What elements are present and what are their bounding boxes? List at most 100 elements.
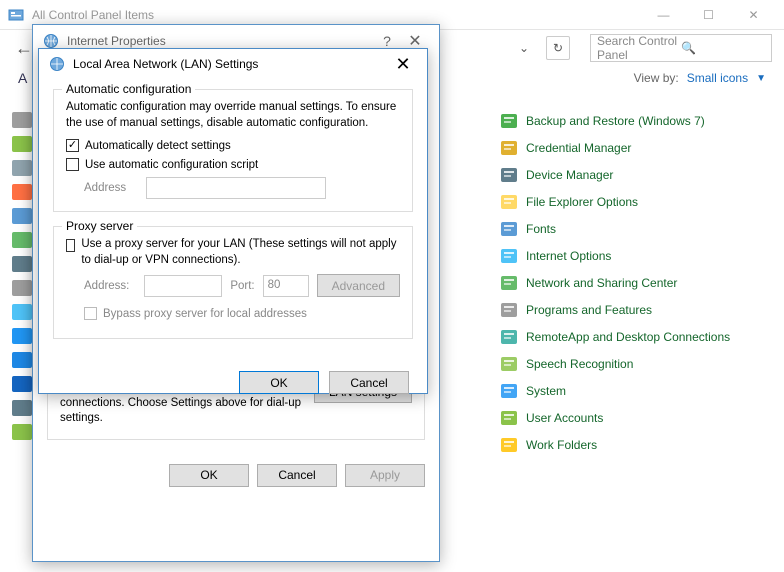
control-panel-item[interactable]: Programs and Features — [500, 301, 764, 319]
item-icon — [500, 328, 518, 346]
window-controls: — ☐ ✕ — [641, 1, 776, 29]
proxy-bypass-row[interactable]: Bypass proxy server for local addresses — [66, 307, 400, 320]
auto-config-group: Automatic configuration Automatic config… — [53, 89, 413, 212]
control-panel-item[interactable]: Work Folders — [500, 436, 764, 454]
proxy-use-row[interactable]: Use a proxy server for your LAN (These s… — [66, 237, 400, 268]
minimize-button[interactable]: — — [641, 1, 686, 29]
globe-icon — [49, 56, 65, 72]
item-icon — [500, 436, 518, 454]
control-panel-item[interactable]: Internet Options — [500, 247, 764, 265]
item-label: RemoteApp and Desktop Connections — [526, 330, 730, 344]
proxy-advanced-button[interactable]: Advanced — [317, 274, 400, 297]
lan-close-button[interactable]: ✕ — [389, 54, 417, 75]
ip-dialog-buttons: OK Cancel Apply — [33, 452, 439, 499]
proxy-use-checkbox[interactable] — [66, 239, 75, 252]
control-panel-item[interactable]: Backup and Restore (Windows 7) — [500, 112, 764, 130]
auto-script-row[interactable]: Use automatic configuration script — [66, 158, 400, 171]
item-icon — [500, 382, 518, 400]
auto-script-checkbox[interactable] — [66, 158, 79, 171]
ip-title-text: Internet Properties — [67, 34, 373, 48]
ip-cancel-button[interactable]: Cancel — [257, 464, 337, 487]
partial-item-icon — [12, 400, 32, 416]
partial-item-icon — [12, 328, 32, 344]
partial-item-icon — [12, 208, 32, 224]
item-label: Speech Recognition — [526, 357, 633, 371]
globe-icon — [43, 33, 59, 49]
partial-item-icon — [12, 232, 32, 248]
auto-config-desc: Automatic configuration may override man… — [66, 100, 400, 131]
control-panel-item[interactable]: Device Manager — [500, 166, 764, 184]
partial-item-icon — [12, 112, 32, 128]
item-label: User Accounts — [526, 411, 603, 425]
search-placeholder: Search Control Panel — [597, 34, 681, 62]
proxy-port-label: Port: — [230, 280, 254, 292]
proxy-address-input[interactable] — [144, 275, 222, 297]
lan-dialog-buttons: OK Cancel — [39, 363, 427, 408]
proxy-address-label: Address: — [84, 280, 136, 292]
search-box[interactable]: Search Control Panel 🔍 — [590, 34, 772, 62]
control-panel-icon — [8, 7, 24, 23]
lan-body: Automatic configuration Automatic config… — [39, 79, 427, 363]
partial-item-icon — [12, 424, 32, 440]
item-label: Internet Options — [526, 249, 611, 263]
proxy-group: Proxy server Use a proxy server for your… — [53, 226, 413, 339]
chevron-down-icon: ▼ — [756, 73, 766, 84]
auto-script-address-input[interactable] — [146, 177, 326, 199]
control-panel-item[interactable]: Network and Sharing Center — [500, 274, 764, 292]
ip-help-button[interactable]: ? — [373, 33, 401, 49]
auto-script-address-label: Address — [84, 182, 136, 194]
lan-title-text: Local Area Network (LAN) Settings — [73, 57, 389, 71]
item-label: Backup and Restore (Windows 7) — [526, 114, 705, 128]
auto-detect-row[interactable]: ✓ Automatically detect settings — [66, 139, 400, 152]
item-label: File Explorer Options — [526, 195, 638, 209]
proxy-legend: Proxy server — [62, 219, 137, 233]
ip-ok-button[interactable]: OK — [169, 464, 249, 487]
address-dropdown-caret[interactable]: ⌄ — [514, 41, 534, 55]
proxy-port-input[interactable]: 80 — [263, 275, 309, 297]
auto-detect-checkbox[interactable]: ✓ — [66, 139, 79, 152]
auto-script-address-row: Address — [66, 177, 400, 199]
item-label: Programs and Features — [526, 303, 652, 317]
item-icon — [500, 139, 518, 157]
item-icon — [500, 112, 518, 130]
item-label: Work Folders — [526, 438, 597, 452]
item-icon — [500, 247, 518, 265]
item-icon — [500, 220, 518, 238]
partial-item-icon — [12, 160, 32, 176]
item-label: Credential Manager — [526, 141, 631, 155]
item-icon — [500, 355, 518, 373]
ip-apply-button[interactable]: Apply — [345, 464, 425, 487]
control-panel-item[interactable]: User Accounts — [500, 409, 764, 427]
viewby-value: Small icons — [687, 71, 748, 85]
partial-item-icon — [12, 304, 32, 320]
proxy-address-row: Address: Port: 80 Advanced — [66, 274, 400, 297]
proxy-bypass-label: Bypass proxy server for local addresses — [103, 308, 307, 320]
control-panel-item[interactable]: System — [500, 382, 764, 400]
control-panel-item[interactable]: Speech Recognition — [500, 355, 764, 373]
control-panel-item[interactable]: File Explorer Options — [500, 193, 764, 211]
item-icon — [500, 301, 518, 319]
control-panel-item[interactable]: RemoteApp and Desktop Connections — [500, 328, 764, 346]
item-label: Device Manager — [526, 168, 613, 182]
viewby-control[interactable]: View by: Small icons ▼ — [634, 71, 766, 85]
lan-cancel-button[interactable]: Cancel — [329, 371, 409, 394]
window-title: All Control Panel Items — [32, 8, 641, 22]
close-button[interactable]: ✕ — [731, 1, 776, 29]
item-icon — [500, 274, 518, 292]
viewby-label: View by: — [634, 71, 679, 85]
auto-config-legend: Automatic configuration — [62, 82, 195, 96]
refresh-button[interactable]: ↻ — [546, 36, 570, 60]
auto-detect-label: Automatically detect settings — [85, 140, 231, 152]
item-label: Network and Sharing Center — [526, 276, 677, 290]
partial-item-icon — [12, 280, 32, 296]
control-panel-item[interactable]: Credential Manager — [500, 139, 764, 157]
partial-item-icon — [12, 352, 32, 368]
item-icon — [500, 193, 518, 211]
proxy-bypass-checkbox[interactable] — [84, 307, 97, 320]
lan-ok-button[interactable]: OK — [239, 371, 319, 394]
maximize-button[interactable]: ☐ — [686, 1, 731, 29]
item-label: System — [526, 384, 566, 398]
lan-title-bar: Local Area Network (LAN) Settings ✕ — [39, 49, 427, 79]
control-panel-item[interactable]: Fonts — [500, 220, 764, 238]
proxy-use-label: Use a proxy server for your LAN (These s… — [81, 237, 400, 268]
